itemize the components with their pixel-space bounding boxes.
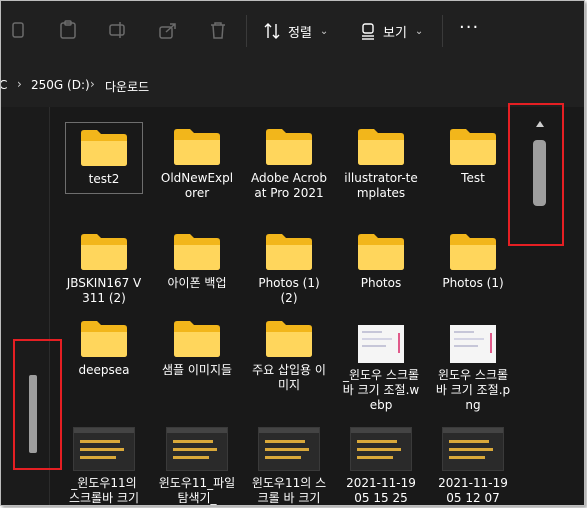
item-label: Photos (1)	[442, 276, 504, 290]
folder-tile[interactable]: Adobe Acrobat Pro 2021	[250, 128, 328, 201]
item-label: 윈도우 스크롤바 크기 조절.png	[435, 368, 511, 412]
rename-icon[interactable]	[107, 19, 129, 41]
view-button[interactable]: 보기 ⌄	[360, 18, 423, 44]
item-label: _윈도우 스크롤바 크기 조절.webp	[342, 368, 420, 412]
folder-tile[interactable]: OldNewExplorer	[158, 128, 236, 201]
breadcrumb-item-drive[interactable]: 250G (D:)	[31, 78, 90, 92]
sort-label: 정렬	[288, 25, 312, 41]
folder-icon	[266, 129, 312, 165]
toolbar-divider	[442, 15, 443, 47]
folder-icon	[174, 321, 220, 357]
copy-icon[interactable]	[7, 19, 29, 41]
paste-icon[interactable]	[57, 19, 79, 41]
folder-tile[interactable]: illustrator-templates	[342, 128, 420, 201]
image-thumbnail	[258, 427, 320, 471]
image-thumbnail	[73, 427, 135, 471]
highlight-box-content-scrollbar	[508, 103, 564, 246]
item-label: 주요 삽입용 이미지	[252, 363, 326, 392]
image-file-tile[interactable]: 2021-11-19 05 15 25	[342, 427, 420, 505]
item-label: 2021-11-19 05 15 25	[346, 476, 416, 505]
folder-icon	[358, 234, 404, 270]
folder-tile[interactable]: 주요 삽입용 이미지	[250, 320, 328, 393]
folder-tile[interactable]: 샘플 이미지들	[158, 320, 236, 378]
breadcrumb-item-pc[interactable]: C	[1, 78, 7, 92]
folder-tile[interactable]: Photos	[342, 233, 420, 291]
folder-icon	[266, 234, 312, 270]
folder-icon	[266, 321, 312, 357]
breadcrumb-item-downloads[interactable]: 다운로드	[105, 78, 149, 95]
item-label: Photos	[360, 276, 402, 290]
image-file-tile[interactable]: _윈도우11의 스크롤바 크기	[65, 427, 143, 505]
item-label: test2	[88, 172, 120, 186]
share-icon[interactable]	[157, 19, 179, 41]
image-file-tile[interactable]: 윈도우 스크롤바 크기 조절.png	[434, 325, 512, 413]
breadcrumb: C › 250G (D:) › 다운로드	[1, 62, 584, 108]
highlight-box-nav-scrollbar	[13, 339, 62, 470]
sort-button[interactable]: 정렬 ⌄	[263, 18, 328, 44]
item-label: 2021-11-19 05 12 07	[438, 476, 508, 505]
chevron-down-icon: ⌄	[414, 25, 424, 37]
item-label: Photos (1) (2)	[258, 276, 320, 305]
view-label: 보기	[383, 25, 407, 41]
image-thumbnail	[442, 427, 504, 471]
file-explorer-window: 정렬 ⌄ 보기 ⌄ ··· C › 250G (D:) › 다운로드 test2	[0, 0, 585, 506]
folder-tile[interactable]: deepsea	[65, 320, 143, 378]
image-thumbnail	[358, 325, 404, 363]
command-bar: 정렬 ⌄ 보기 ⌄ ···	[1, 1, 584, 63]
file-grid: test2 OldNewExplorer Adobe Acrobat Pro 2…	[50, 107, 584, 505]
view-icon	[362, 23, 374, 40]
item-label: Adobe Acrobat Pro 2021	[251, 171, 327, 200]
sort-icon	[264, 23, 280, 39]
folder-tile[interactable]: Photos (1)	[434, 233, 512, 291]
item-label: Test	[461, 171, 485, 185]
chevron-right-icon[interactable]: ›	[90, 77, 95, 91]
folder-tile[interactable]: Test	[434, 128, 512, 186]
folder-icon	[81, 321, 127, 357]
folder-icon	[174, 129, 220, 165]
folder-tile[interactable]: 아이폰 백업	[158, 233, 236, 291]
item-label: JBSKIN167 V311 (2)	[66, 276, 142, 305]
chevron-right-icon[interactable]: ›	[17, 77, 22, 91]
image-file-tile[interactable]: 윈도우11_파일탐색기_	[158, 427, 236, 505]
image-file-tile[interactable]: 2021-11-19 05 12 07	[434, 427, 512, 505]
folder-tile[interactable]: test2	[65, 122, 143, 194]
item-label: deepsea	[78, 363, 130, 377]
item-label: _윈도우11의 스크롤바 크기	[68, 476, 140, 505]
folder-icon	[81, 234, 127, 270]
delete-icon[interactable]	[207, 19, 229, 41]
image-thumbnail	[166, 427, 228, 471]
folder-tile[interactable]: Photos (1) (2)	[250, 233, 328, 306]
item-label: 샘플 이미지들	[161, 363, 233, 377]
image-file-tile[interactable]: 윈도우11의 스크롤 바 크기	[250, 427, 328, 505]
image-file-tile[interactable]: _윈도우 스크롤바 크기 조절.webp	[342, 325, 420, 413]
item-label: 윈도우11의 스크롤 바 크기	[251, 476, 327, 505]
folder-icon	[358, 129, 404, 165]
folder-icon	[450, 129, 496, 165]
folder-tile[interactable]: JBSKIN167 V311 (2)	[65, 233, 143, 306]
item-label: 윈도우11_파일탐색기_	[158, 476, 236, 505]
item-label: OldNewExplorer	[160, 171, 234, 200]
folder-icon	[450, 234, 496, 270]
item-label: illustrator-templates	[344, 171, 418, 200]
image-thumbnail	[450, 325, 496, 363]
folder-icon	[81, 130, 127, 166]
chevron-down-icon: ⌄	[319, 25, 329, 37]
folder-icon	[174, 234, 220, 270]
toolbar-divider	[246, 15, 247, 47]
more-options-icon[interactable]: ···	[459, 19, 479, 37]
item-label: 아이폰 백업	[167, 276, 227, 290]
image-thumbnail	[350, 427, 412, 471]
